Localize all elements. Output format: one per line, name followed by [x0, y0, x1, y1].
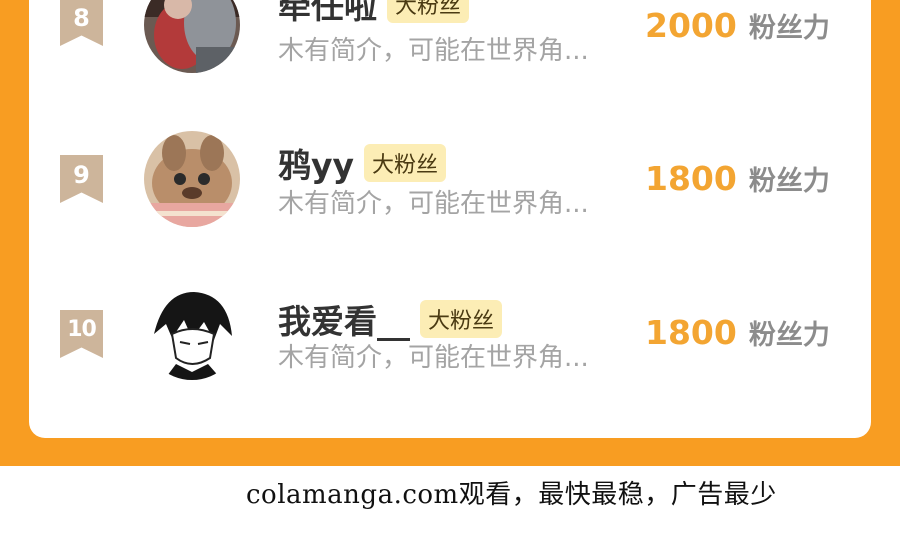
avatar[interactable]: [144, 284, 240, 380]
rank-badge: 8: [60, 0, 103, 46]
avatar-manga-icon: [144, 284, 240, 380]
fan-level-tag: 大粉丝: [420, 300, 503, 338]
rank-badge: 10: [60, 310, 103, 358]
user-bio: 木有简介，可能在世界角...: [278, 189, 589, 219]
avatar-cartoon-icon: [144, 131, 240, 227]
fan-power-unit: 粉丝力: [748, 320, 830, 351]
fan-power-value: 1800: [645, 159, 737, 198]
user-bio: 木有简介，可能在世界角...: [278, 343, 589, 373]
site-watermark: colamanga.com观看，最快最稳，广告最少: [246, 480, 777, 510]
rank-badge: 9: [60, 155, 103, 203]
avatar[interactable]: [144, 131, 240, 227]
user-name[interactable]: 牵任啦: [278, 0, 377, 28]
fan-power-unit: 粉丝力: [748, 166, 830, 197]
fan-power-value: 2000: [645, 6, 737, 45]
user-bio: 木有简介，可能在世界角...: [278, 36, 589, 66]
user-name[interactable]: 我爱看__: [278, 295, 410, 343]
ranking-row[interactable]: 9 鸦yy 大粉丝 木有简介，可能在世界角... 1800 粉丝力: [0, 131, 900, 295]
avatar-photo-icon: [144, 0, 240, 73]
fan-power-value: 1800: [645, 313, 737, 352]
ranking-row[interactable]: 10 我爱看__ 大粉丝 木有简介，可能在世界角... 1800 粉丝力: [0, 284, 900, 448]
fan-level-tag: 大粉丝: [387, 0, 470, 23]
avatar[interactable]: [144, 0, 240, 73]
fan-level-tag: 大粉丝: [364, 144, 447, 182]
user-name[interactable]: 鸦yy: [278, 139, 354, 187]
fan-power-unit: 粉丝力: [748, 13, 830, 44]
ranking-row[interactable]: 8 牵任啦 大粉丝 木有简介，可能在世界角... 2000 粉丝力: [0, 0, 900, 140]
